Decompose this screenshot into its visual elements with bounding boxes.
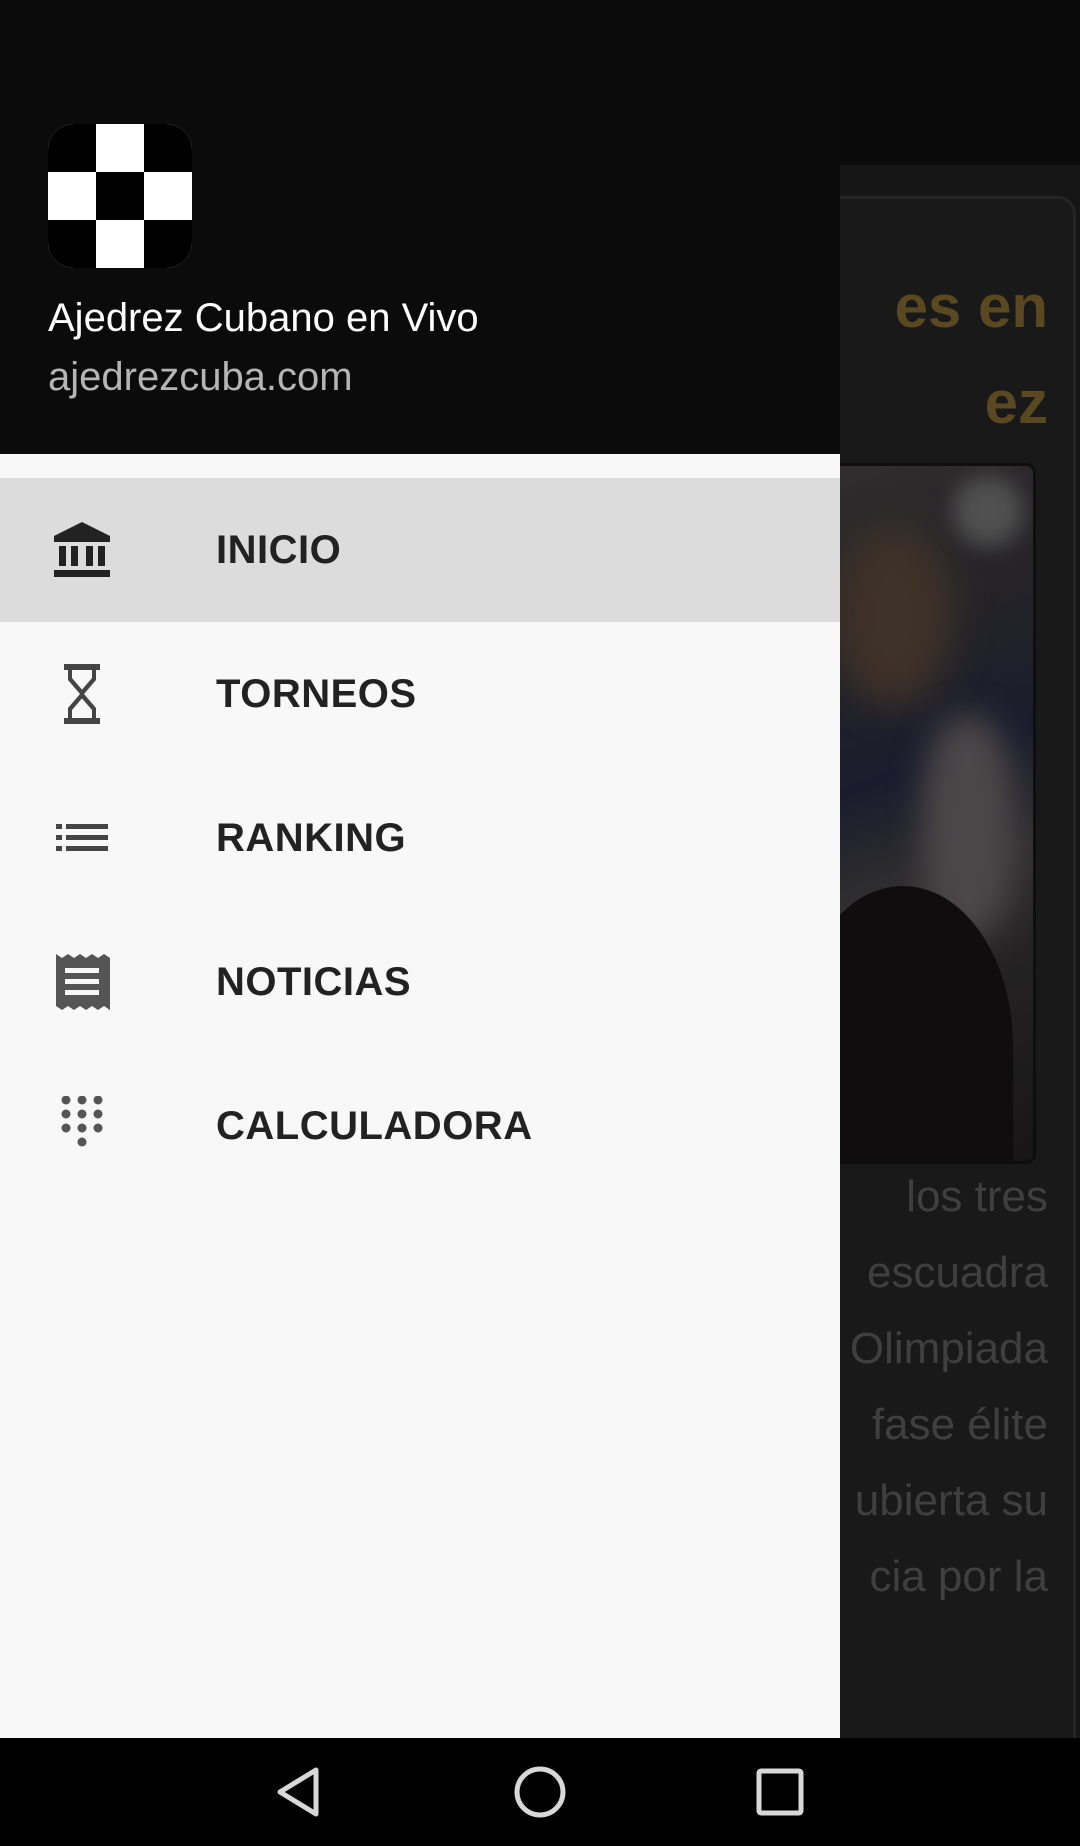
menu-label: INICIO	[216, 528, 342, 572]
home-icon[interactable]	[510, 1762, 570, 1822]
app-title: Ajedrez Cubano en Vivo	[48, 296, 479, 340]
drawer-header: Ajedrez Cubano en Vivo ajedrezcuba.com	[0, 0, 840, 454]
menu-item-noticias[interactable]: NOTICIAS	[0, 910, 840, 1054]
dialpad-icon	[61, 1096, 103, 1147]
list-icon	[56, 824, 108, 851]
menu-item-torneos[interactable]: TORNEOS	[0, 622, 840, 766]
menu-item-calculadora[interactable]: CALCULADORA	[0, 1054, 840, 1198]
system-navigation-bar	[0, 1738, 1080, 1846]
menu-label: TORNEOS	[216, 672, 417, 716]
drawer-menu: INICIO TORNEOS RANKING NOTICIAS CALCULAD…	[0, 478, 840, 1198]
app-website: ajedrezcuba.com	[48, 355, 353, 399]
menu-item-ranking[interactable]: RANKING	[0, 766, 840, 910]
hourglass-icon	[64, 664, 100, 724]
menu-label: RANKING	[216, 816, 407, 860]
menu-label: CALCULADORA	[216, 1104, 533, 1148]
chessboard-logo-icon	[48, 124, 192, 268]
bank-icon	[54, 522, 110, 577]
menu-item-inicio[interactable]: INICIO	[0, 478, 840, 622]
back-icon[interactable]	[270, 1762, 330, 1822]
recents-icon[interactable]	[750, 1762, 810, 1822]
navigation-drawer: Ajedrez Cubano en Vivo ajedrezcuba.com I…	[0, 0, 840, 1738]
receipt-icon	[56, 954, 110, 1010]
menu-label: NOTICIAS	[216, 960, 412, 1004]
